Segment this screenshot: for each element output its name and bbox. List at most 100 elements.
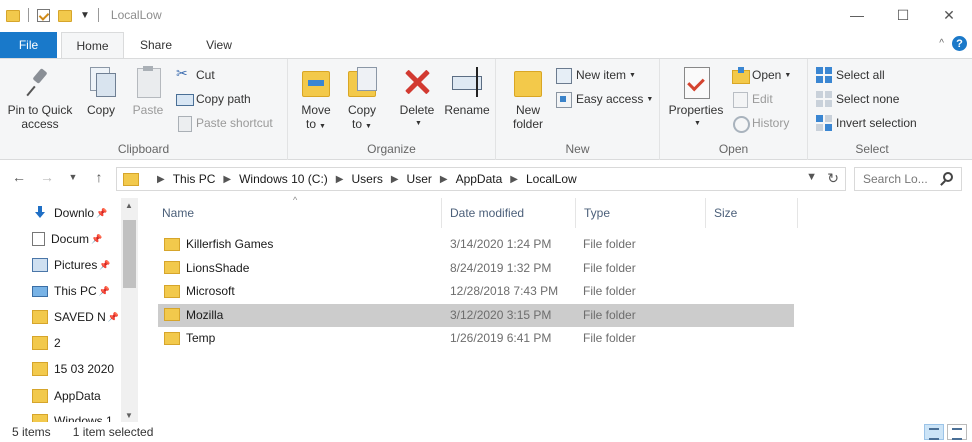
recent-locations-chevron-icon[interactable]: ▼ [64,172,82,182]
minimize-button[interactable]: — [834,0,880,30]
select-none-button[interactable]: Select none [816,89,899,109]
close-button[interactable]: ✕ [926,0,972,30]
folder-icon [164,331,180,345]
invert-selection-label: Invert selection [836,116,917,130]
delete-button[interactable]: Delete ▼ [396,65,438,131]
nav-item-this-pc[interactable]: This PC 📌 [32,280,110,302]
select-group: Select all Select none Invert selection … [808,59,936,160]
paste-shortcut-icon [176,115,192,132]
rename-label: Rename [444,103,490,117]
nav-item-label: Pictures [54,258,98,272]
nav-item-2[interactable]: 2 [32,332,61,354]
column-header-size[interactable]: Size [708,198,798,228]
breadcrumb-locallow[interactable]: LocalLow [526,172,577,186]
chevron-right-icon[interactable]: ▶ [391,174,399,185]
new-folder-icon[interactable] [58,10,72,22]
folder-icon [32,362,48,376]
breadcrumb-appdata[interactable]: AppData [456,172,503,186]
edit-label: Edit [752,92,773,106]
column-header-date-modified[interactable]: Date modified [444,198,576,228]
dropdown-caret-icon: ▼ [629,71,636,79]
open-button[interactable]: Open ▼ [732,65,791,85]
invert-selection-button[interactable]: Invert selection [816,113,917,133]
date-modified-cell: 8/24/2019 1:32 PM [450,260,552,275]
new-item-button[interactable]: New item ▼ [556,65,636,85]
column-header-name[interactable]: Name [156,198,442,228]
tab-file[interactable]: File [0,32,57,58]
tab-view[interactable]: View [188,32,250,58]
tab-home[interactable]: Home [61,32,124,58]
search-input[interactable]: Search Lo... [854,167,962,191]
type-cell: File folder [583,237,636,251]
chevron-right-icon[interactable]: ▶ [440,174,448,185]
address-bar[interactable]: ▶ This PC ▶ Windows 10 (C:) ▶ Users ▶ Us… [116,167,846,191]
chevron-right-icon[interactable]: ▶ [157,174,165,185]
pin-to-quick-access-button[interactable]: Pin to Quick access [4,65,76,131]
customize-toolbar-icon[interactable]: ▼ [80,10,90,21]
nav-item-15-03-2020[interactable]: 15 03 2020 [32,358,114,380]
table-row[interactable]: Temp 1/26/2019 6:41 PM File folder [158,327,794,350]
properties-icon [679,65,713,99]
paste-button[interactable]: Paste [128,65,168,117]
copy-button[interactable]: Copy [82,65,120,117]
select-none-label: Select none [836,92,900,106]
address-row: ← → ▼ ↑ ▶ This PC ▶ Windows 10 (C:) ▶ Us… [0,160,972,198]
help-icon[interactable]: ? [952,36,967,51]
breadcrumb-this-pc[interactable]: This PC [173,172,216,186]
refresh-icon[interactable]: ↻ [827,170,839,187]
chevron-right-icon[interactable]: ▶ [223,174,231,185]
history-button[interactable]: History [732,113,789,133]
details-view-icon[interactable] [924,424,944,440]
rename-button[interactable]: Rename [442,65,492,117]
chevron-right-icon[interactable]: ▶ [336,174,344,185]
date-modified-cell: 1/26/2019 6:41 PM [450,331,552,345]
paste-shortcut-button[interactable]: Paste shortcut [176,113,273,133]
copy-to-button[interactable]: Copy to ▼ [344,65,380,134]
large-icons-view-icon[interactable] [947,424,967,440]
download-icon [32,206,48,220]
collapse-ribbon-icon[interactable]: ^ [939,38,944,49]
nav-item-appdata[interactable]: AppData [32,385,101,407]
file-name: Temp [186,331,216,345]
maximize-button[interactable]: ☐ [880,0,926,30]
cut-label: Cut [196,68,215,82]
scroll-down-icon[interactable]: ▼ [125,411,133,420]
properties-check-icon[interactable] [37,8,50,22]
breadcrumb-user[interactable]: User [407,172,432,186]
properties-button[interactable]: Properties ▼ [666,65,726,131]
nav-item-saved[interactable]: SAVED N 📌 [32,306,119,328]
scrollbar-thumb[interactable] [123,220,136,288]
cut-button[interactable]: Cut [176,65,215,85]
column-header-type[interactable]: Type [578,198,706,228]
nav-item-windows[interactable]: Windows 1 [32,410,113,422]
select-all-button[interactable]: Select all [816,65,885,85]
edit-button[interactable]: Edit [732,89,773,109]
up-arrow-icon[interactable]: ↑ [90,169,108,185]
move-to-button[interactable]: Move to ▼ [298,65,334,134]
table-row[interactable]: Mozilla 3/12/2020 3:15 PM File folder [158,303,794,327]
nav-item-downloads[interactable]: Downlo 📌 [32,202,107,224]
nav-item-pictures[interactable]: Pictures 📌 [32,254,111,276]
select-group-label: Select [855,142,889,156]
address-dropdown-icon[interactable]: ▼ [806,171,817,183]
breadcrumb-drive[interactable]: Windows 10 (C:) [239,172,328,186]
table-row[interactable]: Killerfish Games 3/14/2020 1:24 PM File fo… [158,233,794,256]
folder-icon[interactable] [6,10,20,22]
move-label-line1: Move [301,103,331,117]
forward-arrow-icon[interactable]: → [38,169,56,185]
chevron-right-icon[interactable]: ▶ [510,174,518,185]
tab-share[interactable]: Share [128,32,184,58]
back-arrow-icon[interactable]: ← [10,169,28,185]
scissors-icon [176,65,192,83]
scroll-up-icon[interactable]: ▲ [125,201,133,210]
table-row[interactable]: Microsoft 12/28/2018 7:43 PM File folder [158,280,794,303]
new-folder-button[interactable]: New folder [506,65,550,131]
breadcrumb-users[interactable]: Users [351,172,382,186]
copy-to-label-line1: Copy [347,103,376,117]
copy-path-button[interactable]: Copy path [176,89,251,109]
nav-item-documents[interactable]: Docum 📌 [32,228,102,250]
table-row[interactable]: LionsShade 8/24/2019 1:32 PM File folder [158,257,794,280]
nav-pane-scrollbar[interactable]: ▲ ▼ [121,198,138,422]
nav-item-label: 15 03 2020 [54,362,115,376]
easy-access-button[interactable]: Easy access ▼ [556,89,653,109]
